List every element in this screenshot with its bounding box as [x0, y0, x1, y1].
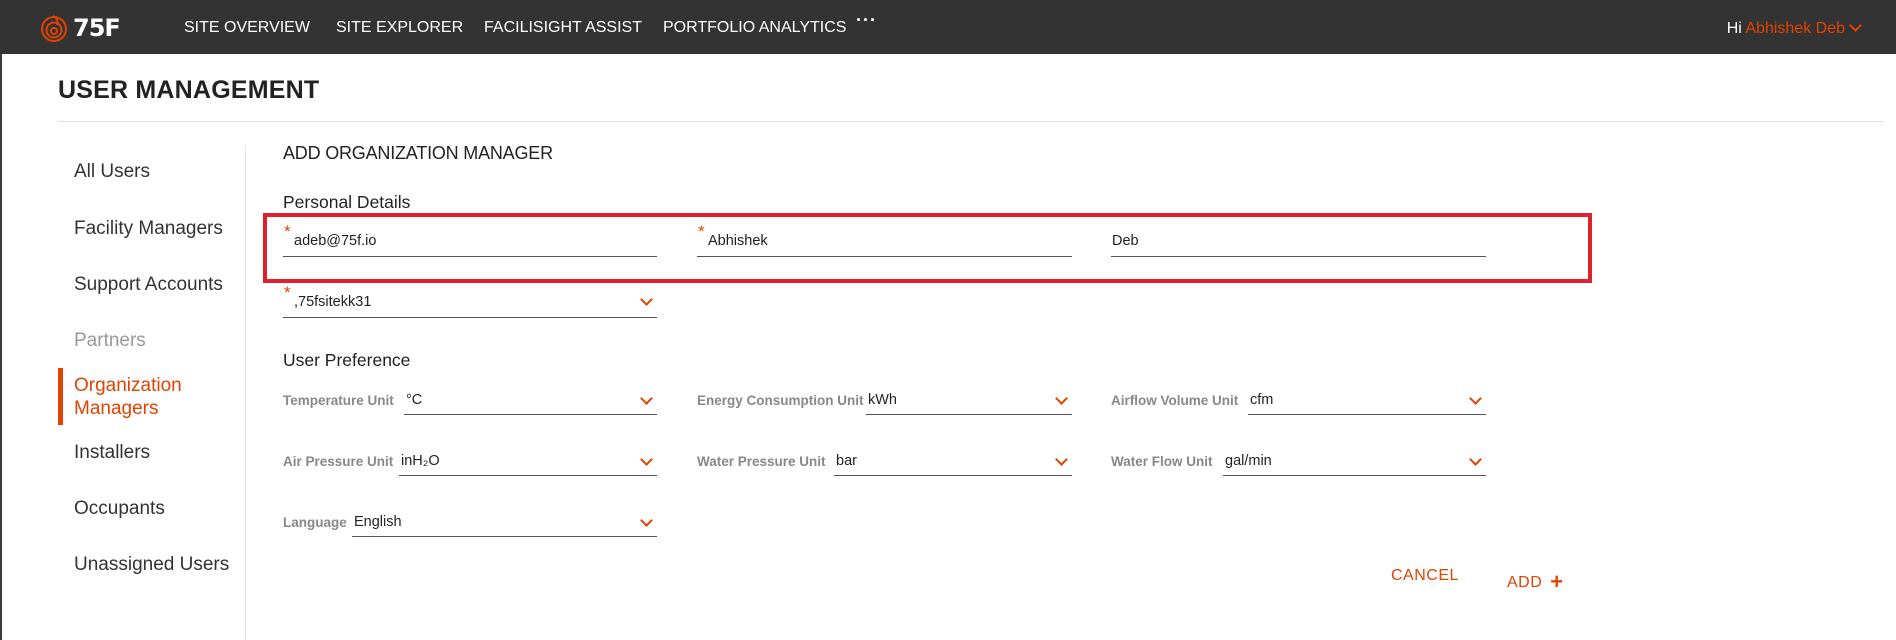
language-value: English	[354, 514, 402, 530]
language-label: Language	[283, 515, 347, 530]
top-navigation-bar: 75F SITE OVERVIEW SITE EXPLORER FACILISI…	[0, 0, 1896, 54]
flame-logo-icon	[41, 15, 67, 42]
nav-facilisight-assist[interactable]: FACILISIGHT ASSIST	[484, 0, 642, 54]
air-pressure-unit-select[interactable]: inH₂O	[399, 449, 657, 476]
energy-unit-select[interactable]: kWh	[866, 388, 1072, 415]
water-flow-unit-select[interactable]: gal/min	[1223, 449, 1486, 476]
temperature-unit-select[interactable]: °C	[404, 388, 657, 415]
user-menu[interactable]: Abhishek Deb	[1745, 19, 1862, 37]
page-title: USER MANAGEMENT	[58, 76, 320, 104]
sidebar-item-partners[interactable]: Partners	[74, 329, 146, 352]
active-indicator	[58, 368, 63, 425]
water-pressure-unit-value: bar	[836, 453, 857, 469]
required-marker: *	[284, 283, 291, 302]
air-pressure-unit-label: Air Pressure Unit	[283, 454, 394, 469]
water-pressure-unit-label: Water Pressure Unit	[697, 454, 826, 469]
water-flow-unit-label: Water Flow Unit	[1111, 454, 1213, 469]
nav-site-overview[interactable]: SITE OVERVIEW	[184, 0, 310, 54]
sidebar-item-organization-managers[interactable]: Organization Managers	[74, 374, 182, 420]
air-pressure-unit-value: inH₂O	[401, 453, 440, 469]
water-flow-unit-value: gal/min	[1225, 453, 1272, 469]
chevron-down-icon	[1055, 392, 1068, 405]
brand-name: 75F	[73, 14, 121, 42]
sidebar-item-occupants[interactable]: Occupants	[74, 497, 165, 520]
add-button-label: ADD	[1507, 574, 1543, 591]
chevron-down-icon	[1469, 453, 1482, 466]
highlight-annotation	[263, 213, 1592, 283]
add-button[interactable]: ADD +	[1507, 567, 1564, 594]
chevron-down-icon	[640, 392, 653, 405]
chevron-down-icon	[1469, 392, 1482, 405]
personal-details-heading: Personal Details	[283, 192, 411, 212]
sidebar-item-label-line1: Organization	[74, 375, 182, 396]
user-name: Abhishek Deb	[1745, 20, 1845, 37]
sidebar-divider	[245, 145, 246, 640]
plus-icon: +	[1550, 569, 1564, 594]
airflow-unit-value: cfm	[1250, 392, 1274, 408]
nav-portfolio-analytics[interactable]: PORTFOLIO ANALYTICS	[663, 0, 846, 54]
water-pressure-unit-select[interactable]: bar	[834, 449, 1072, 476]
cancel-button[interactable]: CANCEL	[1391, 567, 1459, 585]
sidebar-item-support-accounts[interactable]: Support Accounts	[74, 273, 223, 296]
nav-site-explorer[interactable]: SITE EXPLORER	[336, 0, 463, 54]
temperature-unit-value: °C	[406, 392, 423, 408]
window-left-border	[0, 54, 2, 640]
sidebar-item-installers[interactable]: Installers	[74, 441, 150, 464]
greeting-text: Hi	[1726, 20, 1742, 37]
airflow-unit-label: Airflow Volume Unit	[1111, 393, 1239, 408]
header-divider	[58, 121, 1884, 122]
site-select[interactable]: * ,75fsitekk31	[283, 283, 657, 318]
chevron-down-icon	[640, 453, 653, 466]
chevron-down-icon	[1055, 453, 1068, 466]
site-value: ,75fsitekk31	[294, 294, 372, 310]
temperature-unit-label: Temperature Unit	[283, 393, 394, 408]
form-title: ADD ORGANIZATION MANAGER	[283, 143, 553, 163]
airflow-unit-select[interactable]: cfm	[1248, 388, 1486, 415]
sidebar-item-all-users[interactable]: All Users	[74, 160, 150, 183]
brand-logo[interactable]: 75F	[40, 13, 130, 43]
sidebar-item-unassigned-users[interactable]: Unassigned Users	[74, 553, 229, 576]
sidebar-item-label-line2: Managers	[74, 398, 159, 419]
chevron-down-icon	[640, 514, 653, 527]
energy-unit-value: kWh	[868, 392, 897, 408]
more-menu-icon[interactable]: ···	[856, 10, 877, 31]
sidebar-item-facility-managers[interactable]: Facility Managers	[74, 217, 223, 240]
chevron-down-icon	[1849, 19, 1862, 32]
user-greeting: Hi Abhishek Deb	[1726, 0, 1862, 54]
language-select[interactable]: English	[352, 510, 657, 537]
energy-unit-label: Energy Consumption Unit	[697, 393, 864, 408]
user-preference-heading: User Preference	[283, 350, 411, 370]
chevron-down-icon	[640, 293, 653, 306]
